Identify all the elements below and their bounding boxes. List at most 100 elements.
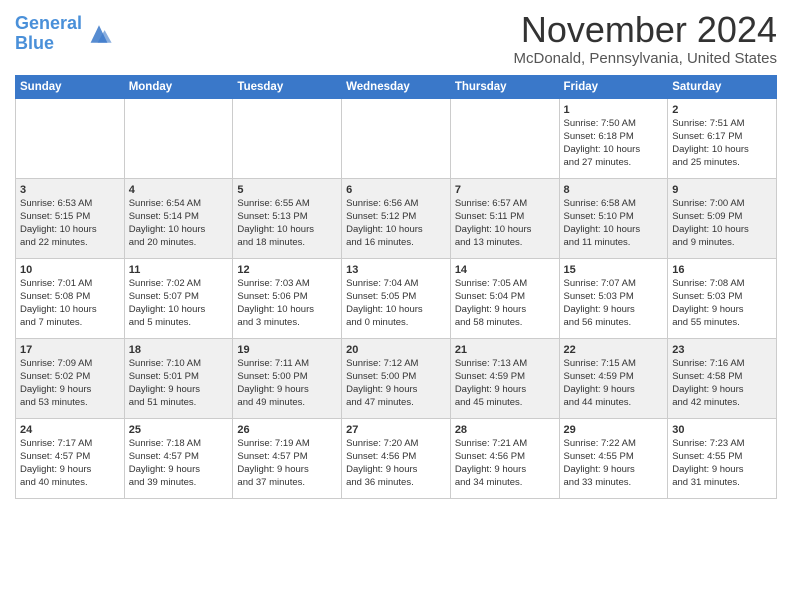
day-info: Daylight: 10 hours — [237, 304, 337, 317]
day-info: Sunrise: 7:16 AM — [672, 358, 772, 371]
day-number: 12 — [237, 263, 337, 278]
day-info: Sunset: 5:11 PM — [455, 211, 555, 224]
day-info: Daylight: 9 hours — [346, 384, 446, 397]
day-info: Sunrise: 7:10 AM — [129, 358, 229, 371]
day-info: Daylight: 10 hours — [346, 224, 446, 237]
day-info: Daylight: 9 hours — [672, 304, 772, 317]
day-info: Sunrise: 7:12 AM — [346, 358, 446, 371]
day-info: Sunset: 5:09 PM — [672, 211, 772, 224]
day-number: 1 — [564, 103, 664, 118]
day-number: 21 — [455, 343, 555, 358]
day-info: and 40 minutes. — [20, 477, 120, 490]
calendar-cell: 30Sunrise: 7:23 AMSunset: 4:55 PMDayligh… — [668, 418, 777, 498]
week-row-3: 17Sunrise: 7:09 AMSunset: 5:02 PMDayligh… — [16, 338, 777, 418]
calendar-cell: 12Sunrise: 7:03 AMSunset: 5:06 PMDayligh… — [233, 258, 342, 338]
day-info: Daylight: 10 hours — [455, 224, 555, 237]
calendar-cell: 28Sunrise: 7:21 AMSunset: 4:56 PMDayligh… — [450, 418, 559, 498]
day-info: Sunrise: 7:17 AM — [20, 438, 120, 451]
calendar-cell: 10Sunrise: 7:01 AMSunset: 5:08 PMDayligh… — [16, 258, 125, 338]
day-info: Sunset: 4:56 PM — [346, 451, 446, 464]
calendar-cell: 9Sunrise: 7:00 AMSunset: 5:09 PMDaylight… — [668, 178, 777, 258]
day-info: Sunrise: 7:09 AM — [20, 358, 120, 371]
day-info: Sunset: 5:14 PM — [129, 211, 229, 224]
calendar-cell: 18Sunrise: 7:10 AMSunset: 5:01 PMDayligh… — [124, 338, 233, 418]
day-info: Daylight: 9 hours — [129, 384, 229, 397]
week-row-0: 1Sunrise: 7:50 AMSunset: 6:18 PMDaylight… — [16, 98, 777, 178]
day-info: Sunset: 4:59 PM — [564, 371, 664, 384]
day-info: Daylight: 9 hours — [20, 464, 120, 477]
day-number: 6 — [346, 183, 446, 198]
calendar-cell: 16Sunrise: 7:08 AMSunset: 5:03 PMDayligh… — [668, 258, 777, 338]
day-info: and 42 minutes. — [672, 397, 772, 410]
header-monday: Monday — [124, 75, 233, 98]
calendar-cell: 19Sunrise: 7:11 AMSunset: 5:00 PMDayligh… — [233, 338, 342, 418]
day-info: and 20 minutes. — [129, 237, 229, 250]
day-info: Sunset: 4:56 PM — [455, 451, 555, 464]
day-number: 7 — [455, 183, 555, 198]
day-info: Sunset: 5:15 PM — [20, 211, 120, 224]
title-block: November 2024 McDonald, Pennsylvania, Un… — [514, 10, 777, 67]
day-info: Sunset: 5:07 PM — [129, 291, 229, 304]
calendar-cell — [124, 98, 233, 178]
day-info: and 39 minutes. — [129, 477, 229, 490]
calendar-cell: 25Sunrise: 7:18 AMSunset: 4:57 PMDayligh… — [124, 418, 233, 498]
day-number: 16 — [672, 263, 772, 278]
day-number: 23 — [672, 343, 772, 358]
day-info: Sunset: 5:05 PM — [346, 291, 446, 304]
day-info: Sunrise: 7:23 AM — [672, 438, 772, 451]
day-info: Sunset: 5:12 PM — [346, 211, 446, 224]
day-info: and 11 minutes. — [564, 237, 664, 250]
calendar-cell — [450, 98, 559, 178]
day-info: Daylight: 10 hours — [672, 224, 772, 237]
day-info: Daylight: 10 hours — [672, 144, 772, 157]
day-info: Sunrise: 7:08 AM — [672, 278, 772, 291]
day-info: and 0 minutes. — [346, 317, 446, 330]
day-info: Sunset: 5:00 PM — [237, 371, 337, 384]
day-info: Sunset: 5:03 PM — [672, 291, 772, 304]
calendar-cell: 17Sunrise: 7:09 AMSunset: 5:02 PMDayligh… — [16, 338, 125, 418]
week-row-4: 24Sunrise: 7:17 AMSunset: 4:57 PMDayligh… — [16, 418, 777, 498]
calendar-cell: 8Sunrise: 6:58 AMSunset: 5:10 PMDaylight… — [559, 178, 668, 258]
day-info: Sunset: 4:59 PM — [455, 371, 555, 384]
day-info: Daylight: 9 hours — [237, 384, 337, 397]
day-info: Sunrise: 6:53 AM — [20, 198, 120, 211]
day-number: 20 — [346, 343, 446, 358]
day-info: Sunset: 6:18 PM — [564, 131, 664, 144]
day-info: Daylight: 10 hours — [129, 304, 229, 317]
day-info: Sunrise: 7:18 AM — [129, 438, 229, 451]
day-number: 8 — [564, 183, 664, 198]
day-info: and 56 minutes. — [564, 317, 664, 330]
header: General Blue November 2024 McDonald, Pen… — [15, 10, 777, 67]
day-info: Sunrise: 6:58 AM — [564, 198, 664, 211]
day-info: Sunrise: 6:54 AM — [129, 198, 229, 211]
day-info: Sunrise: 7:01 AM — [20, 278, 120, 291]
day-info: Sunrise: 6:55 AM — [237, 198, 337, 211]
day-info: Sunset: 5:08 PM — [20, 291, 120, 304]
header-sunday: Sunday — [16, 75, 125, 98]
day-info: and 55 minutes. — [672, 317, 772, 330]
day-number: 9 — [672, 183, 772, 198]
day-number: 18 — [129, 343, 229, 358]
day-info: Sunset: 5:10 PM — [564, 211, 664, 224]
week-row-2: 10Sunrise: 7:01 AMSunset: 5:08 PM Dayligh… — [16, 258, 777, 338]
day-number: 15 — [564, 263, 664, 278]
day-info: Sunset: 5:01 PM — [129, 371, 229, 384]
day-info: Daylight: 9 hours — [455, 304, 555, 317]
day-number: 19 — [237, 343, 337, 358]
day-info: Daylight: 9 hours — [237, 464, 337, 477]
calendar-cell: 26Sunrise: 7:19 AMSunset: 4:57 PMDayligh… — [233, 418, 342, 498]
day-info: and 3 minutes. — [237, 317, 337, 330]
day-info: Daylight: 10 hours — [564, 224, 664, 237]
day-number: 10 — [20, 263, 120, 278]
day-info: and 16 minutes. — [346, 237, 446, 250]
calendar-cell: 4Sunrise: 6:54 AMSunset: 5:14 PMDaylight… — [124, 178, 233, 258]
day-info: Sunrise: 6:57 AM — [455, 198, 555, 211]
day-info: Sunset: 4:57 PM — [129, 451, 229, 464]
day-info: Sunrise: 7:15 AM — [564, 358, 664, 371]
calendar-cell — [342, 98, 451, 178]
day-info: Daylight: 10 hours — [20, 224, 120, 237]
day-info: Sunrise: 7:02 AM — [129, 278, 229, 291]
day-info: Sunrise: 7:20 AM — [346, 438, 446, 451]
calendar-cell: 22Sunrise: 7:15 AMSunset: 4:59 PMDayligh… — [559, 338, 668, 418]
day-number: 4 — [129, 183, 229, 198]
